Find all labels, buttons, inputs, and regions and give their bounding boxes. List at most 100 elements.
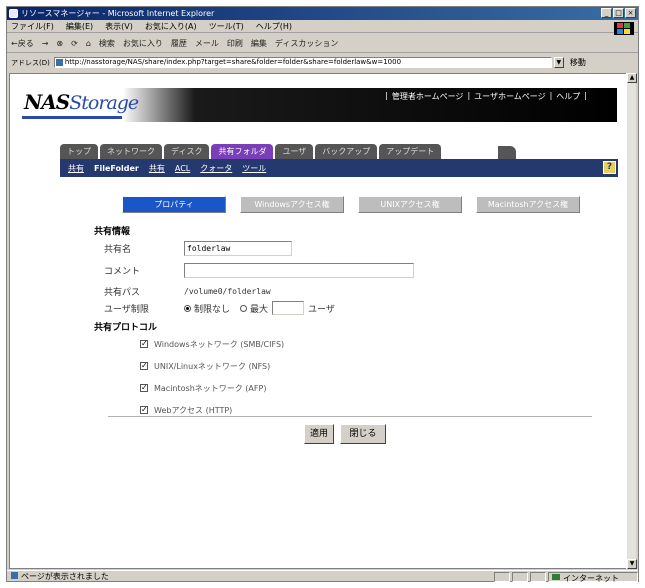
max-limit-radio[interactable] — [240, 304, 248, 312]
prop-tab-properties[interactable]: プロパティ — [122, 196, 226, 213]
windows-logo-icon — [614, 22, 634, 35]
user-home-link[interactable]: ユーザホームページ — [474, 91, 545, 102]
menu-bar: ファイル(F) 編集(E) 表示(V) お気に入り(A) ツール(T) ヘルプ(… — [7, 20, 638, 33]
apply-button[interactable]: 適用 — [304, 424, 334, 444]
path-value: /volume0/folderlaw — [184, 286, 271, 296]
user-unit-label: ユーザ — [308, 304, 335, 315]
address-dropdown-button[interactable]: ▼ — [553, 57, 564, 68]
header-links: | 管理者ホームページ | ユーザホームページ | ヘルプ | — [385, 91, 587, 102]
protocol-heading: 共有プロトコル — [94, 323, 158, 333]
share-name-input[interactable] — [184, 240, 292, 256]
maximize-button[interactable]: □ — [613, 8, 624, 18]
protocol-smb-row: Windowsネットワーク (SMB/CIFS) — [140, 336, 284, 352]
nfs-label: UNIX/Linuxネットワーク (NFS) — [154, 361, 271, 371]
mail-button[interactable]: メール — [195, 38, 219, 49]
scroll-down-icon[interactable]: ▼ — [627, 559, 637, 569]
address-label: アドレス(D) — [11, 58, 50, 67]
browser-window: リソースマネージャー - Microsoft Internet Explorer… — [6, 6, 639, 583]
sub-nav-tools[interactable]: ツール — [242, 163, 266, 174]
refresh-button[interactable]: ⟳ — [71, 39, 78, 48]
smb-label: Windowsネットワーク (SMB/CIFS) — [154, 339, 285, 349]
menu-tools[interactable]: ツール(T) — [209, 21, 244, 32]
print-button[interactable]: 印刷 — [227, 38, 243, 49]
home-button[interactable]: ⌂ — [86, 39, 91, 48]
sub-nav-filefolder[interactable]: FileFolder — [94, 164, 139, 173]
address-url: http://nasstorage/NAS/share/index.php?ta… — [64, 58, 402, 66]
stop-button[interactable]: ⊗ — [56, 39, 63, 48]
tab-bar-end — [498, 146, 516, 159]
menu-file[interactable]: ファイル(F) — [11, 21, 54, 32]
status-segment — [494, 571, 510, 582]
no-limit-label: 制限なし — [194, 304, 231, 315]
back-button[interactable]: ←戻る — [11, 38, 34, 49]
nas-storage-logo: NASStorage — [24, 90, 139, 114]
tab-shared-folder[interactable]: 共有フォルダ — [211, 144, 274, 159]
tab-user[interactable]: ユーザ — [275, 144, 314, 159]
sub-nav-share[interactable]: 共有 — [68, 163, 84, 174]
discuss-button[interactable]: ディスカッション — [275, 38, 338, 49]
comment-input[interactable] — [184, 262, 414, 278]
forward-button[interactable]: → — [42, 39, 49, 48]
user-limit-label: ユーザ制限 — [104, 304, 149, 315]
edit-button[interactable]: 編集 — [251, 38, 267, 49]
share-info-heading: 共有情報 — [94, 227, 131, 237]
http-checkbox[interactable] — [140, 405, 148, 414]
prop-tab-mac-access[interactable]: Macintoshアクセス権 — [476, 196, 580, 213]
zone-indicator: インターネット — [548, 571, 638, 583]
tab-network[interactable]: ネットワーク — [100, 144, 162, 159]
menu-favorites[interactable]: お気に入り(A) — [145, 21, 197, 32]
comment-label: コメント — [104, 266, 141, 277]
address-bar: アドレス(D) http://nasstorage/NAS/share/inde… — [7, 55, 638, 70]
tab-update[interactable]: アップデート — [379, 144, 442, 159]
status-segment — [530, 571, 546, 582]
no-limit-radio[interactable] — [184, 304, 191, 312]
sub-nav-quota[interactable]: クォータ — [200, 163, 232, 174]
address-input[interactable]: http://nasstorage/NAS/share/index.php?ta… — [53, 57, 552, 68]
status-segment — [512, 571, 528, 582]
scroll-up-icon[interactable]: ▲ — [627, 73, 637, 83]
nfs-checkbox[interactable] — [140, 361, 148, 370]
minimize-button[interactable]: _ — [601, 8, 612, 18]
favorites-button[interactable]: お気に入り — [123, 38, 163, 49]
http-label: Webアクセス (HTTP) — [154, 405, 233, 415]
browser-toolbar: ←戻る → ⊗ ⟳ ⌂ 検索 お気に入り 履歴 メール 印刷 編集 ディスカッシ… — [7, 35, 638, 53]
status-bar: ページが表示されました インターネット — [7, 570, 638, 583]
tab-top[interactable]: トップ — [60, 144, 98, 159]
path-row: 共有パス /volume0/folderlaw — [104, 283, 271, 299]
close-form-button[interactable]: 閉じる — [340, 424, 386, 444]
title-bar: リソースマネージャー - Microsoft Internet Explorer… — [7, 7, 638, 20]
search-button[interactable]: 検索 — [99, 38, 115, 49]
menu-edit[interactable]: 編集(E) — [66, 21, 93, 32]
prop-tab-windows-access[interactable]: Windowsアクセス権 — [240, 196, 344, 213]
page-content: NASStorage | 管理者ホームページ | ユーザホームページ | ヘルプ… — [9, 73, 629, 569]
help-icon[interactable]: ? — [603, 161, 616, 174]
prop-tab-unix-access[interactable]: UNIXアクセス権 — [358, 196, 462, 213]
max-label: 最大 — [250, 304, 269, 315]
protocol-afp-row: Macintoshネットワーク (AFP) — [140, 380, 266, 396]
afp-label: Macintoshネットワーク (AFP) — [154, 383, 267, 393]
menu-view[interactable]: 表示(V) — [105, 21, 133, 32]
logo-underline — [22, 116, 122, 119]
window-title: リソースマネージャー - Microsoft Internet Explorer — [21, 9, 215, 18]
close-button[interactable]: × — [625, 8, 636, 18]
tab-backup[interactable]: バックアップ — [315, 144, 378, 159]
admin-home-link[interactable]: 管理者ホームページ — [392, 91, 464, 102]
sub-nav-acl[interactable]: ACL — [175, 164, 190, 173]
user-limit-row: ユーザ制限 制限なし 最大 ユーザ — [104, 300, 335, 316]
vertical-scrollbar[interactable]: ▲ ▼ — [626, 73, 637, 569]
help-link[interactable]: ヘルプ — [556, 91, 580, 102]
history-button[interactable]: 履歴 — [171, 38, 187, 49]
smb-checkbox[interactable] — [140, 339, 148, 348]
tab-disk[interactable]: ディスク — [164, 144, 210, 159]
main-tabs: トップ ネットワーク ディスク 共有フォルダ ユーザ バックアップ アップデート — [60, 144, 442, 159]
go-button[interactable]: 移動 — [570, 57, 586, 68]
menu-help[interactable]: ヘルプ(H) — [256, 21, 292, 32]
protocol-nfs-row: UNIX/Linuxネットワーク (NFS) — [140, 358, 270, 374]
afp-checkbox[interactable] — [140, 383, 148, 392]
page-icon — [55, 59, 63, 66]
ie-icon — [9, 9, 18, 18]
max-users-input[interactable] — [272, 301, 305, 315]
sub-nav-share-2[interactable]: 共有 — [149, 163, 165, 174]
property-tabs: プロパティ Windowsアクセス権 UNIXアクセス権 Macintoshアク… — [122, 196, 592, 213]
path-label: 共有パス — [104, 287, 141, 298]
